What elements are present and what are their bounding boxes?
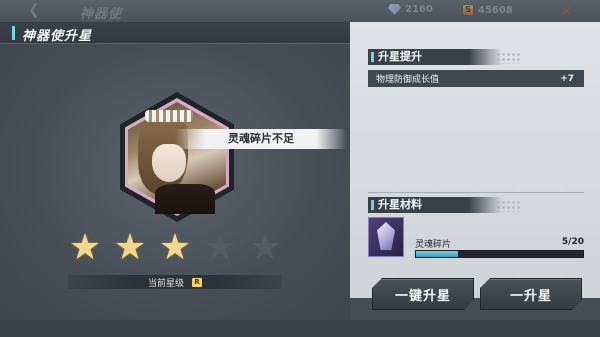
dialog-title: 神器使升星	[22, 29, 93, 44]
background-title: 神器使	[80, 7, 123, 22]
stat-name: 物理防御成长值	[376, 75, 440, 85]
coin-icon: S	[462, 4, 474, 16]
stat-value: +7	[560, 73, 574, 84]
upgrade-info-panel: 升星提升 物理防御成长值 +7 升星材料 灵魂碎片 5/20 一键升星 一升星	[350, 22, 600, 298]
gem-icon	[388, 4, 401, 15]
star-rating: ★ ★ ★ ★ ★	[68, 227, 284, 268]
portrait-dress	[155, 184, 215, 214]
header-accent	[12, 26, 15, 40]
star-filled-icon: ★	[113, 227, 147, 268]
star-empty-icon: ★	[203, 227, 237, 268]
material-progress	[415, 250, 584, 258]
material-name: 灵魂碎片	[415, 240, 452, 250]
decorative-dots	[496, 200, 520, 212]
rank-badge: R	[192, 277, 202, 287]
portrait-headdress	[145, 110, 193, 122]
material-section-title: 升星材料	[368, 197, 502, 213]
current-star-label: 当前星级	[147, 278, 184, 289]
current-star-level: 当前星级 R	[68, 275, 282, 289]
decorative-dots	[496, 52, 520, 64]
material-progress-fill	[416, 251, 458, 257]
portrait-face	[152, 144, 186, 182]
insufficient-toast: 灵魂碎片不足	[175, 129, 347, 149]
star-filled-icon: ★	[158, 227, 192, 268]
upgrade-section-title: 升星提升	[368, 49, 502, 65]
star-empty-icon: ★	[248, 227, 282, 268]
background-gems: 2160	[388, 4, 433, 15]
material-count: 5/20	[561, 237, 584, 247]
stat-row: 物理防御成长值 +7	[368, 70, 584, 87]
star-filled-icon: ★	[68, 227, 102, 268]
section-divider	[368, 192, 584, 193]
back-arrow-icon[interactable]: ❮	[28, 2, 42, 18]
background-coins: S 45608	[462, 4, 513, 16]
single-upgrade-button[interactable]: 一升星	[480, 278, 582, 310]
background-close-icon: ✕	[560, 2, 573, 20]
one-click-upgrade-button[interactable]: 一键升星	[372, 278, 474, 310]
bottom-strip	[0, 320, 600, 337]
